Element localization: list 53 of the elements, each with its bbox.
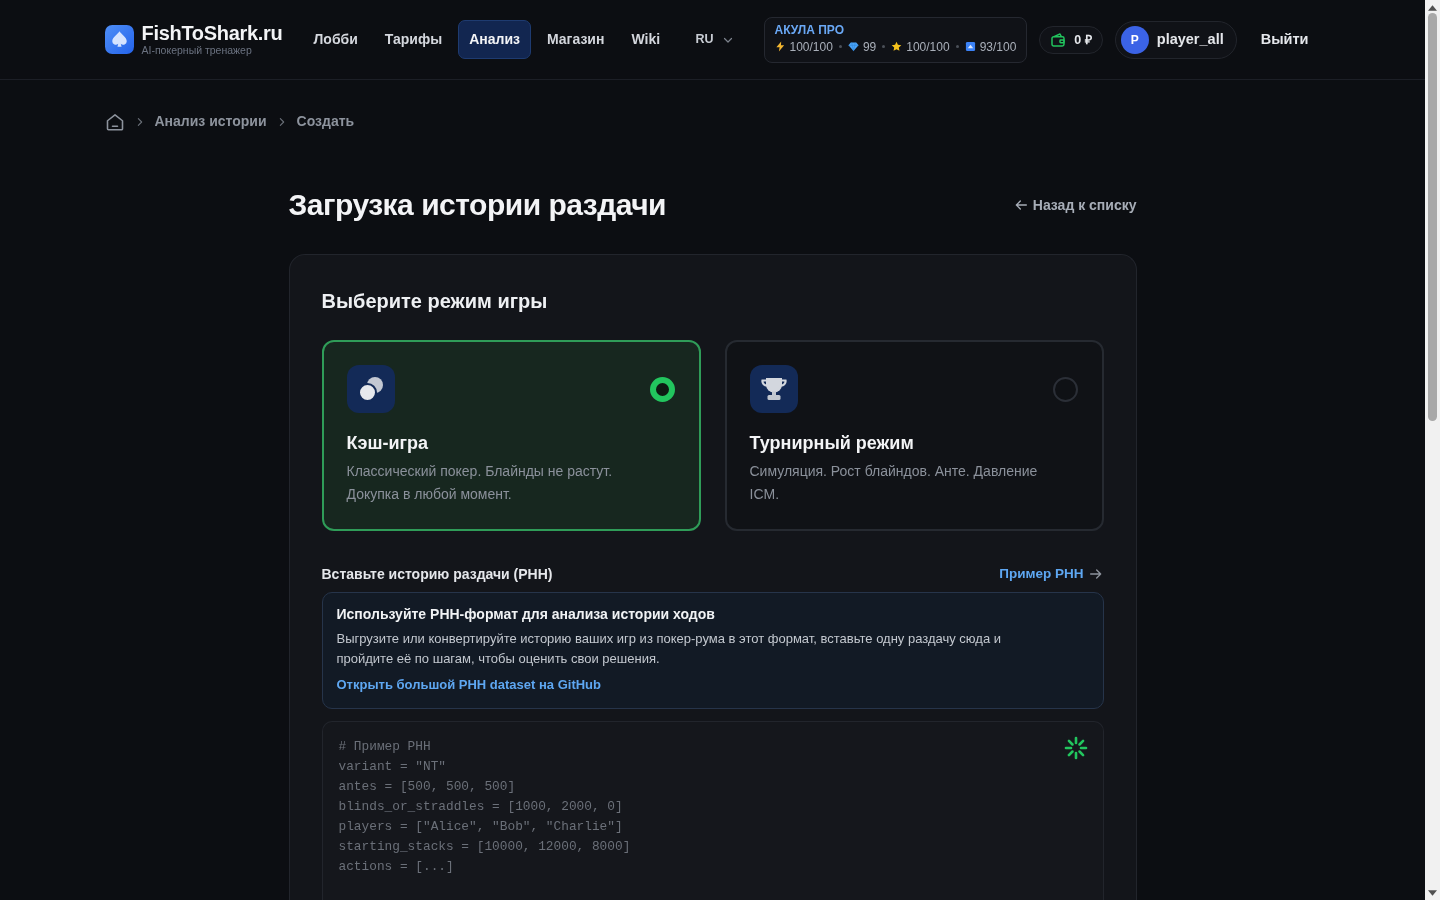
diamond-icon — [847, 41, 859, 52]
info-text: Выгрузите или конвертируйте историю ваших игр из покер-рума в этот формат, вставьте одну раздачу сюда и пройдите её по шагам, чтобы оценить свои решения. — [336, 630, 1002, 669]
user-menu-button[interactable]: P player_all — [1114, 20, 1237, 59]
separator-dot-icon — [955, 45, 959, 48]
lightning-icon — [774, 41, 786, 52]
mode-title: Кэш-игра — [346, 432, 429, 455]
example-link[interactable]: Пример PHH — [999, 564, 1104, 585]
wallet-balance-button[interactable]: 0 ₽ — [1039, 25, 1103, 54]
wallet-icon — [1050, 31, 1067, 48]
user-avatar: P — [1120, 25, 1149, 54]
logo-subtitle: AI-покерный тренажер — [141, 44, 253, 57]
nav-tab[interactable]: Тарифы — [373, 20, 454, 59]
gem-count: 99 — [862, 38, 877, 56]
separator-dot-icon — [838, 45, 842, 48]
section-heading: Выберите режим игры — [321, 289, 549, 314]
mode-description: Симуляция. Рост блайндов. Анте. Давление ICM. — [749, 462, 1039, 504]
trophy-icon — [749, 365, 798, 413]
field-label: Вставьте историю раздачи (PHH) — [321, 565, 553, 585]
game-mode-option[interactable]: Кэш-игра Классический покер. Блайнды не растут. Докупка в любой момент. — [321, 340, 701, 531]
github-dataset-link[interactable]: Открыть большой PHH dataset на GitHub — [336, 675, 601, 696]
rank-badge-icon — [964, 41, 976, 52]
home-icon[interactable] — [104, 111, 125, 132]
nav-tab[interactable]: Wiki — [620, 20, 672, 59]
plan-name: АКУЛА ПРО — [774, 22, 846, 38]
history-input[interactable]: # Пример PHH variant = "NT" antes = [500, 500, 500] blinds_or_straddles = [1000, 2000, 0] players = ["Alice", "Bob", "Charlie"] starting_stacks = [10000, 12000, 8000] actions = [...] — [321, 721, 1104, 900]
radio-button[interactable] — [649, 376, 675, 402]
breadcrumb-link[interactable]: Анализ истории — [154, 111, 267, 132]
nav-tab[interactable]: Лобби — [302, 20, 369, 59]
breadcrumb-current: Создать — [296, 112, 355, 131]
page-title: Загрузка истории раздачи — [288, 187, 667, 223]
spade-logo-icon — [104, 25, 134, 54]
radio-button[interactable] — [1052, 376, 1078, 402]
loading-spinner-icon — [1063, 736, 1088, 761]
game-mode-option[interactable]: Турнирный режим Симуляция. Рост блайндов. Анте. Давление ICM. — [724, 340, 1104, 531]
info-title: Используйте PHH-формат для анализа истории ходов — [336, 605, 716, 625]
logo-link[interactable]: FishToShark.ru AI-покерный тренажер — [104, 22, 283, 57]
logo-title: FishToShark.ru — [141, 22, 283, 44]
separator-dot-icon — [882, 45, 886, 48]
mode-description: Классический покер. Блайнды не растут. Докупка в любой момент. — [346, 462, 614, 504]
scrollbar-thumb[interactable] — [1428, 13, 1437, 421]
mode-title: Турнирный режим — [749, 432, 915, 455]
star-icon — [891, 41, 903, 52]
nav-tab[interactable]: Магазин — [535, 20, 616, 59]
language-dropdown[interactable]: RU — [687, 24, 742, 55]
chips-icon — [346, 365, 395, 413]
back-link[interactable]: Назад к списку — [1012, 194, 1137, 216]
scroll-down-arrow-icon[interactable] — [1428, 890, 1437, 896]
rank-count: 93/100 — [979, 38, 1017, 56]
star-count: 100/100 — [906, 38, 950, 56]
energy-count: 100/100 — [789, 38, 833, 56]
nav-tab[interactable]: Анализ — [458, 20, 531, 59]
logout-link[interactable]: Выйти — [1248, 22, 1321, 57]
scroll-up-arrow-icon[interactable] — [1428, 5, 1437, 11]
